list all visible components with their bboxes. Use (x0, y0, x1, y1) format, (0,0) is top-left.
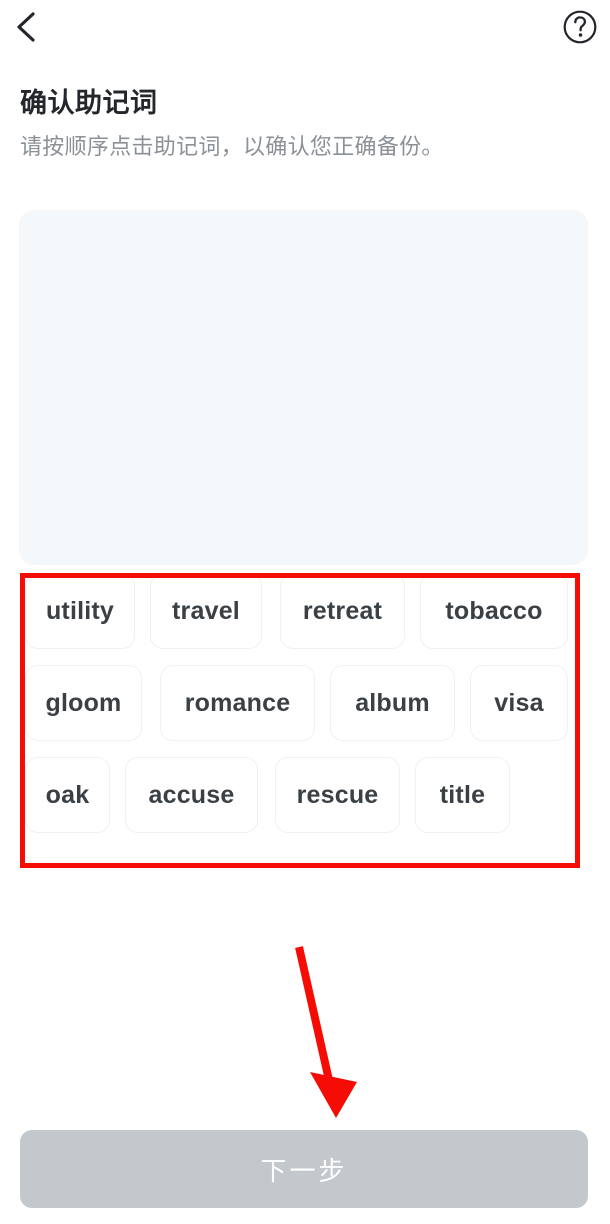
word-chip-gloom[interactable]: gloom (25, 665, 142, 741)
help-circle-icon (562, 9, 598, 45)
word-chip-retreat[interactable]: retreat (280, 573, 405, 649)
chevron-left-icon (13, 10, 39, 44)
word-chip-accuse[interactable]: accuse (125, 757, 258, 833)
word-chip-utility[interactable]: utility (25, 573, 135, 649)
next-step-button[interactable]: 下一步 (20, 1130, 588, 1208)
word-chip-travel[interactable]: travel (150, 573, 262, 649)
selected-words-empty-area (19, 210, 588, 565)
word-chip-album[interactable]: album (330, 665, 455, 741)
word-chip-rescue[interactable]: rescue (275, 757, 400, 833)
word-chip-tobacco[interactable]: tobacco (420, 573, 568, 649)
word-bank: utility travel retreat tobacco gloom romance a… (0, 573, 610, 868)
word-chip-title[interactable]: title (415, 757, 510, 833)
word-chip-romance[interactable]: romance (160, 665, 315, 741)
word-chip-oak[interactable]: oak (25, 757, 110, 833)
page-subtitle: 请按顺序点击助记词，以确认您正确备份。 (20, 134, 444, 159)
selected-words-panel[interactable] (19, 210, 588, 565)
confirm-mnemonic-screen: 确认助记词 请按顺序点击助记词，以确认您正确备份。 utility travel r… (0, 0, 610, 1224)
back-button[interactable] (2, 2, 50, 52)
page-title: 确认助记词 (20, 88, 158, 118)
top-bar (0, 0, 610, 58)
word-chip-visa[interactable]: visa (470, 665, 568, 741)
help-button[interactable] (560, 7, 600, 47)
